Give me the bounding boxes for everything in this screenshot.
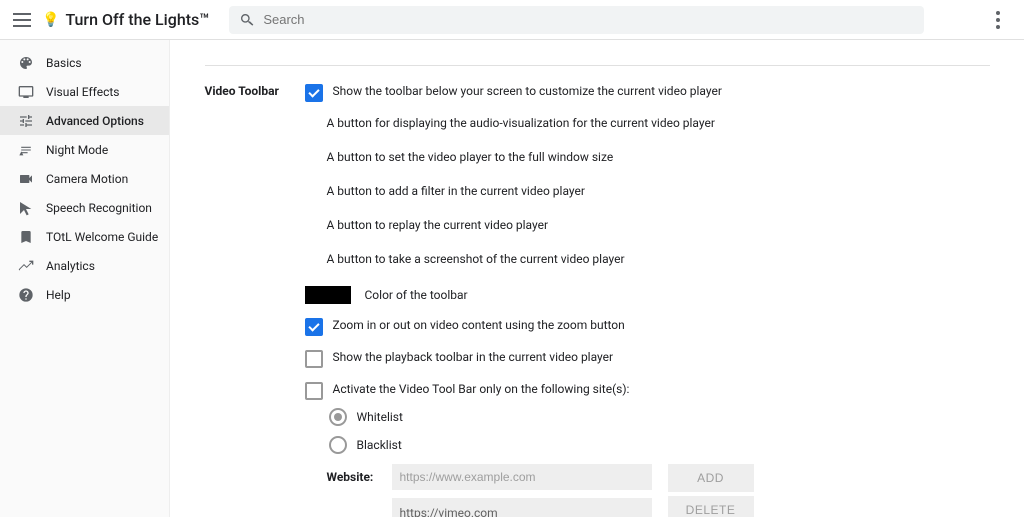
sidebar-item-speech[interactable]: Speech Recognition	[0, 193, 169, 222]
feature-item: A button to take a screenshot of the cur…	[327, 252, 990, 266]
lightbulb-icon: 💡	[42, 12, 59, 28]
app-header: 💡 Turn Off the Lights™	[0, 0, 1024, 40]
search-input[interactable]	[263, 12, 914, 27]
sidebar-item-label: Camera Motion	[46, 172, 128, 186]
app-title: Turn Off the Lights™	[65, 10, 209, 29]
toolbar-color-swatch[interactable]	[305, 286, 351, 304]
sidebar-item-visual-effects[interactable]: Visual Effects	[0, 77, 169, 106]
feature-item: A button to replay the current video pla…	[327, 218, 990, 232]
search-box[interactable]	[229, 6, 924, 34]
sidebar-item-label: TOtL Welcome Guide	[46, 230, 158, 244]
add-button[interactable]: ADD	[668, 464, 754, 492]
delete-button[interactable]: DELETE	[668, 496, 754, 517]
label-toolbar-color: Color of the toolbar	[365, 288, 468, 302]
checkbox-activate-sites[interactable]	[305, 382, 323, 400]
feature-item: A button to add a filter in the current …	[327, 184, 990, 198]
label-zoom: Zoom in or out on video content using th…	[333, 318, 625, 332]
url-list[interactable]: https://vimeo.com https://www.youtube.co…	[392, 498, 652, 517]
label-whitelist: Whitelist	[357, 410, 403, 424]
hamburger-icon	[13, 19, 31, 21]
sidebar-item-help[interactable]: Help	[0, 280, 169, 309]
sidebar: Basics Visual Effects Advanced Options N…	[0, 40, 170, 517]
search-icon	[239, 12, 255, 28]
section-title: Video Toolbar	[205, 84, 305, 517]
url-item[interactable]: https://vimeo.com	[392, 500, 652, 517]
more-button[interactable]	[986, 8, 1010, 32]
label-activate-sites: Activate the Video Tool Bar only on the …	[333, 382, 630, 396]
tune-icon	[18, 113, 34, 129]
sidebar-item-camera-motion[interactable]: Camera Motion	[0, 164, 169, 193]
mic-icon	[18, 200, 34, 216]
sidebar-item-label: Advanced Options	[46, 114, 144, 128]
label-blacklist: Blacklist	[357, 438, 402, 452]
feature-item: A button to set the video player to the …	[327, 150, 990, 164]
videocam-icon	[18, 171, 34, 187]
website-input[interactable]	[392, 464, 652, 490]
label-website: Website:	[327, 470, 382, 484]
sidebar-item-advanced-options[interactable]: Advanced Options	[0, 106, 169, 135]
help-icon	[18, 287, 34, 303]
feature-item: A button for displaying the audio-visual…	[327, 116, 990, 130]
sidebar-item-label: Analytics	[46, 259, 95, 273]
menu-button[interactable]	[8, 6, 36, 34]
sidebar-item-night-mode[interactable]: Night Mode	[0, 135, 169, 164]
sidebar-item-label: Speech Recognition	[46, 201, 152, 215]
radio-whitelist[interactable]	[329, 408, 347, 426]
radio-blacklist[interactable]	[329, 436, 347, 454]
more-vert-icon	[996, 18, 1000, 22]
sidebar-item-welcome-guide[interactable]: TOtL Welcome Guide	[0, 222, 169, 251]
bookmark-icon	[18, 229, 34, 245]
sidebar-item-label: Help	[46, 288, 71, 302]
label-playback: Show the playback toolbar in the current…	[333, 350, 614, 364]
analytics-icon	[18, 258, 34, 274]
label-show-toolbar: Show the toolbar below your screen to cu…	[333, 84, 722, 98]
night-icon	[18, 142, 34, 158]
tv-icon	[18, 84, 34, 100]
sidebar-item-label: Visual Effects	[46, 85, 119, 99]
palette-icon	[18, 55, 34, 71]
checkbox-zoom[interactable]	[305, 318, 323, 336]
content-pane[interactable]: Video Toolbar Show the toolbar below you…	[170, 40, 1024, 517]
checkbox-show-toolbar[interactable]	[305, 84, 323, 102]
sidebar-item-basics[interactable]: Basics	[0, 48, 169, 77]
sidebar-item-label: Night Mode	[46, 143, 108, 157]
sidebar-item-analytics[interactable]: Analytics	[0, 251, 169, 280]
checkbox-playback[interactable]	[305, 350, 323, 368]
sidebar-item-label: Basics	[46, 56, 82, 70]
